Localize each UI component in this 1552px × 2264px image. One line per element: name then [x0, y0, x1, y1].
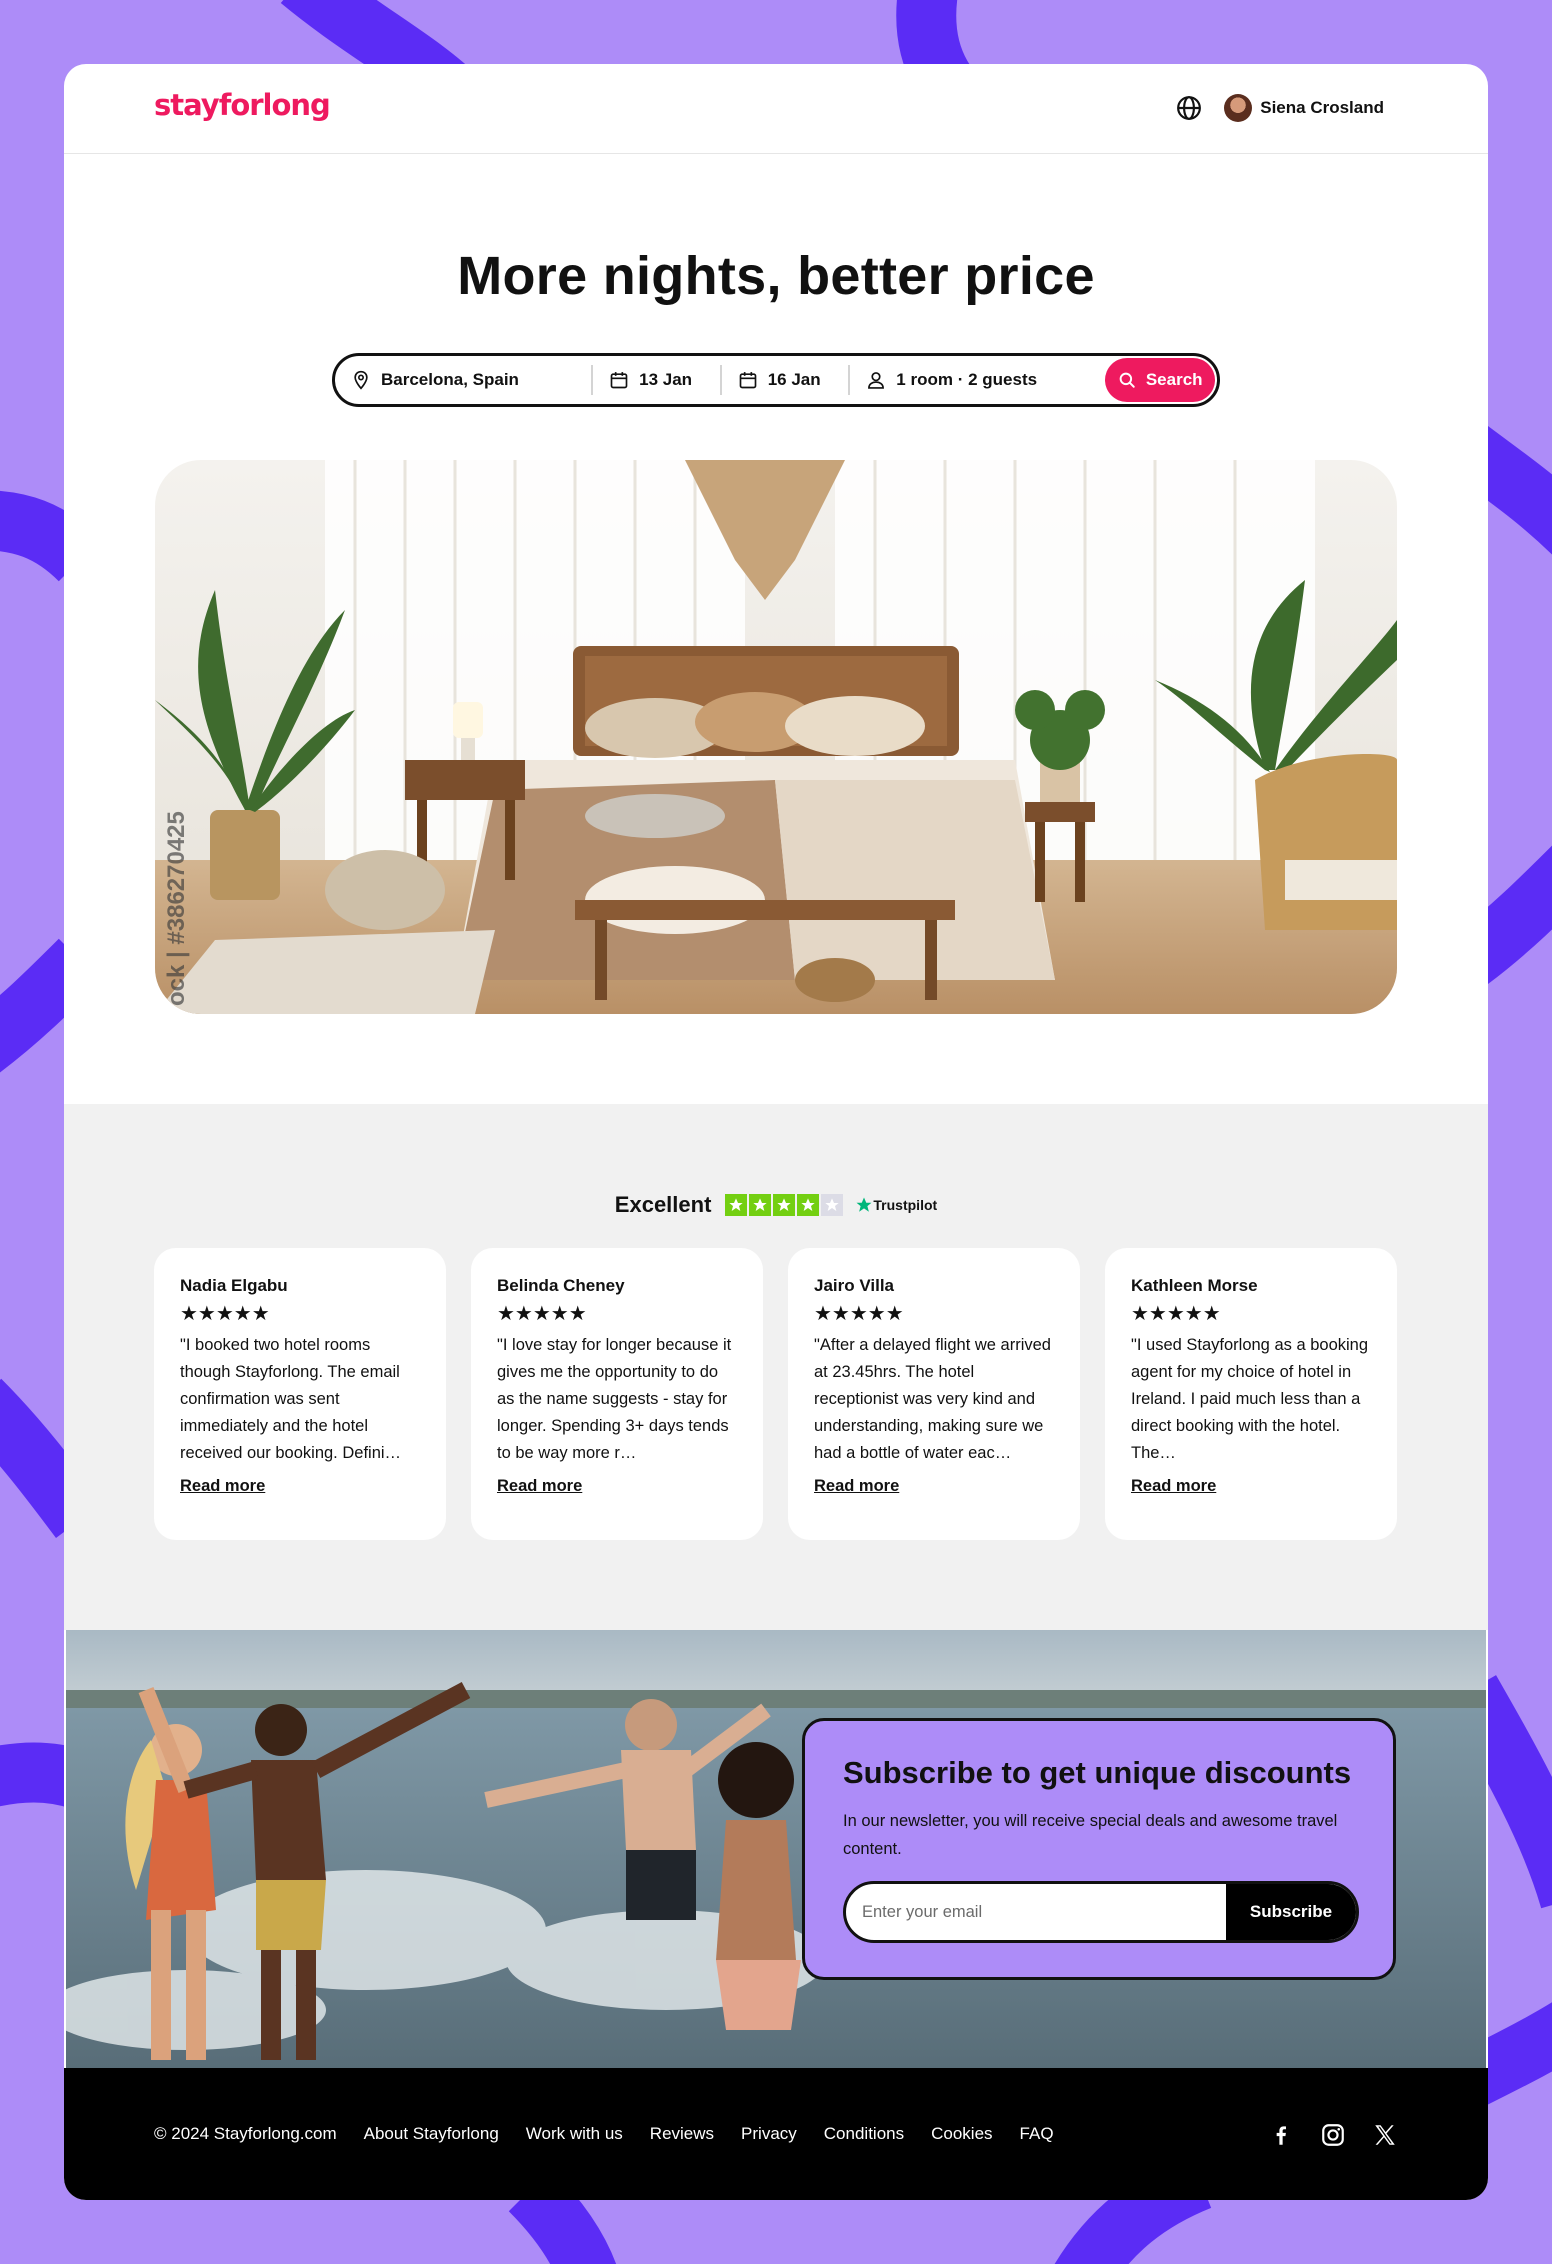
review-stars: ★★★★★ [814, 1303, 904, 1325]
trustpilot-rating[interactable]: Excellent Trustpilot [64, 1192, 1488, 1218]
subscribe-title: Subscribe to get unique discounts [843, 1755, 1352, 1790]
review-stars: ★★★★★ [1131, 1303, 1221, 1325]
read-more-link[interactable]: Read more [814, 1477, 899, 1496]
read-more-link[interactable]: Read more [180, 1477, 265, 1496]
review-card: Kathleen Morse ★★★★★ "I used Stayforlong… [1105, 1248, 1397, 1540]
header-right: Siena Crosland [1176, 94, 1384, 122]
check-out-field[interactable]: 16 Jan [719, 365, 849, 395]
star-icon [725, 1194, 748, 1216]
location-pin-icon [354, 370, 368, 390]
footer-link-cookies[interactable]: Cookies [931, 2124, 992, 2144]
trustpilot-brand: Trustpilot [873, 1197, 938, 1213]
footer-link-privacy[interactable]: Privacy [741, 2124, 797, 2144]
subscribe-button[interactable]: Subscribe [1226, 1884, 1356, 1940]
review-card: Jairo Villa ★★★★★ "After a delayed fligh… [788, 1248, 1080, 1540]
subscribe-box: Subscribe to get unique discounts In our… [802, 1718, 1396, 1980]
footer-link-faq[interactable]: FAQ [1020, 2124, 1054, 2144]
check-in-value: 13 Jan [639, 370, 693, 389]
reviews-section: Excellent Trustpilot Nadia Elgabu ★★★★★ … [64, 1104, 1488, 1630]
reviewer-name: Nadia Elgabu [180, 1276, 288, 1295]
read-more-link[interactable]: Read more [497, 1477, 582, 1496]
footer-links: © 2024 Stayforlong.com About Stayforlong… [154, 2124, 1081, 2144]
guests-value: 1 room · 2 guests [896, 370, 1038, 389]
trustpilot-logo: Trustpilot [855, 1196, 937, 1214]
guests-field[interactable]: 1 room · 2 guests [848, 365, 1105, 395]
review-card: Belinda Cheney ★★★★★ "I love stay for lo… [471, 1248, 763, 1540]
subscribe-description: In our newsletter, you will receive spec… [843, 1812, 1338, 1858]
copyright: © 2024 Stayforlong.com [154, 2124, 337, 2143]
site-footer: © 2024 Stayforlong.com About Stayforlong… [64, 2068, 1488, 2200]
trustpilot-stars [725, 1194, 845, 1216]
stayforlong-logo[interactable]: stayforlong [154, 88, 331, 122]
search-button-label: Search [1145, 370, 1203, 389]
reviewer-name: Jairo Villa [814, 1276, 895, 1295]
footer-link-reviews[interactable]: Reviews [650, 2124, 714, 2144]
review-card: Nadia Elgabu ★★★★★ "I booked two hotel r… [154, 1248, 446, 1540]
user-name[interactable]: Siena Crosland [1260, 98, 1384, 118]
subscribe-form: Subscribe [843, 1881, 1359, 1943]
review-text: "I booked two hotel rooms though Stayfor… [180, 1336, 402, 1462]
facebook-icon[interactable] [1268, 2122, 1294, 2148]
avatar[interactable] [1224, 94, 1253, 122]
calendar-icon [739, 372, 757, 389]
review-stars: ★★★★★ [497, 1303, 587, 1325]
hero-bedroom-image: ock | #386270425 [155, 460, 1397, 1014]
email-input[interactable] [846, 1884, 1226, 1940]
review-text: "After a delayed flight we arrived at 23… [814, 1336, 1051, 1462]
instagram-icon[interactable] [1320, 2122, 1346, 2148]
footer-social [1242, 2122, 1398, 2148]
globe-icon[interactable] [1176, 95, 1202, 121]
rating-label: Excellent [614, 1192, 712, 1217]
star-empty-icon [821, 1194, 844, 1216]
review-stars: ★★★★★ [180, 1303, 270, 1325]
x-icon[interactable] [1372, 2122, 1398, 2148]
reviewer-name: Belinda Cheney [497, 1276, 625, 1295]
person-icon [868, 372, 885, 389]
footer-link-work[interactable]: Work with us [526, 2124, 623, 2144]
check-out-value: 16 Jan [767, 370, 821, 389]
image-watermark: ock | #386270425 [163, 811, 190, 1006]
location-value: Barcelona, Spain [381, 370, 519, 389]
review-cards: Nadia Elgabu ★★★★★ "I booked two hotel r… [154, 1248, 1422, 1540]
search-icon [1119, 372, 1135, 388]
page-container: stayforlong Siena Crosland More nights, … [64, 64, 1488, 2200]
star-icon [749, 1194, 772, 1216]
star-icon [773, 1194, 796, 1216]
reviewer-name: Kathleen Morse [1131, 1276, 1258, 1295]
review-text: "I love stay for longer because it gives… [497, 1336, 732, 1462]
trustpilot-star-icon [856, 1197, 872, 1212]
footer-link-conditions[interactable]: Conditions [824, 2124, 904, 2144]
calendar-icon [610, 372, 628, 389]
search-button[interactable]: Search [1105, 358, 1215, 402]
read-more-link[interactable]: Read more [1131, 1477, 1216, 1496]
review-text: "I used Stayforlong as a booking agent f… [1131, 1336, 1369, 1462]
star-icon [797, 1194, 820, 1216]
check-in-field[interactable]: 13 Jan [591, 365, 720, 395]
hero-title: More nights, better price [457, 246, 1095, 306]
site-header: stayforlong Siena Crosland [64, 64, 1488, 154]
location-field[interactable]: Barcelona, Spain [335, 356, 591, 404]
search-bar: Barcelona, Spain 13 Jan 16 Jan 1 room · … [332, 353, 1220, 407]
footer-link-about[interactable]: About Stayforlong [364, 2124, 499, 2144]
